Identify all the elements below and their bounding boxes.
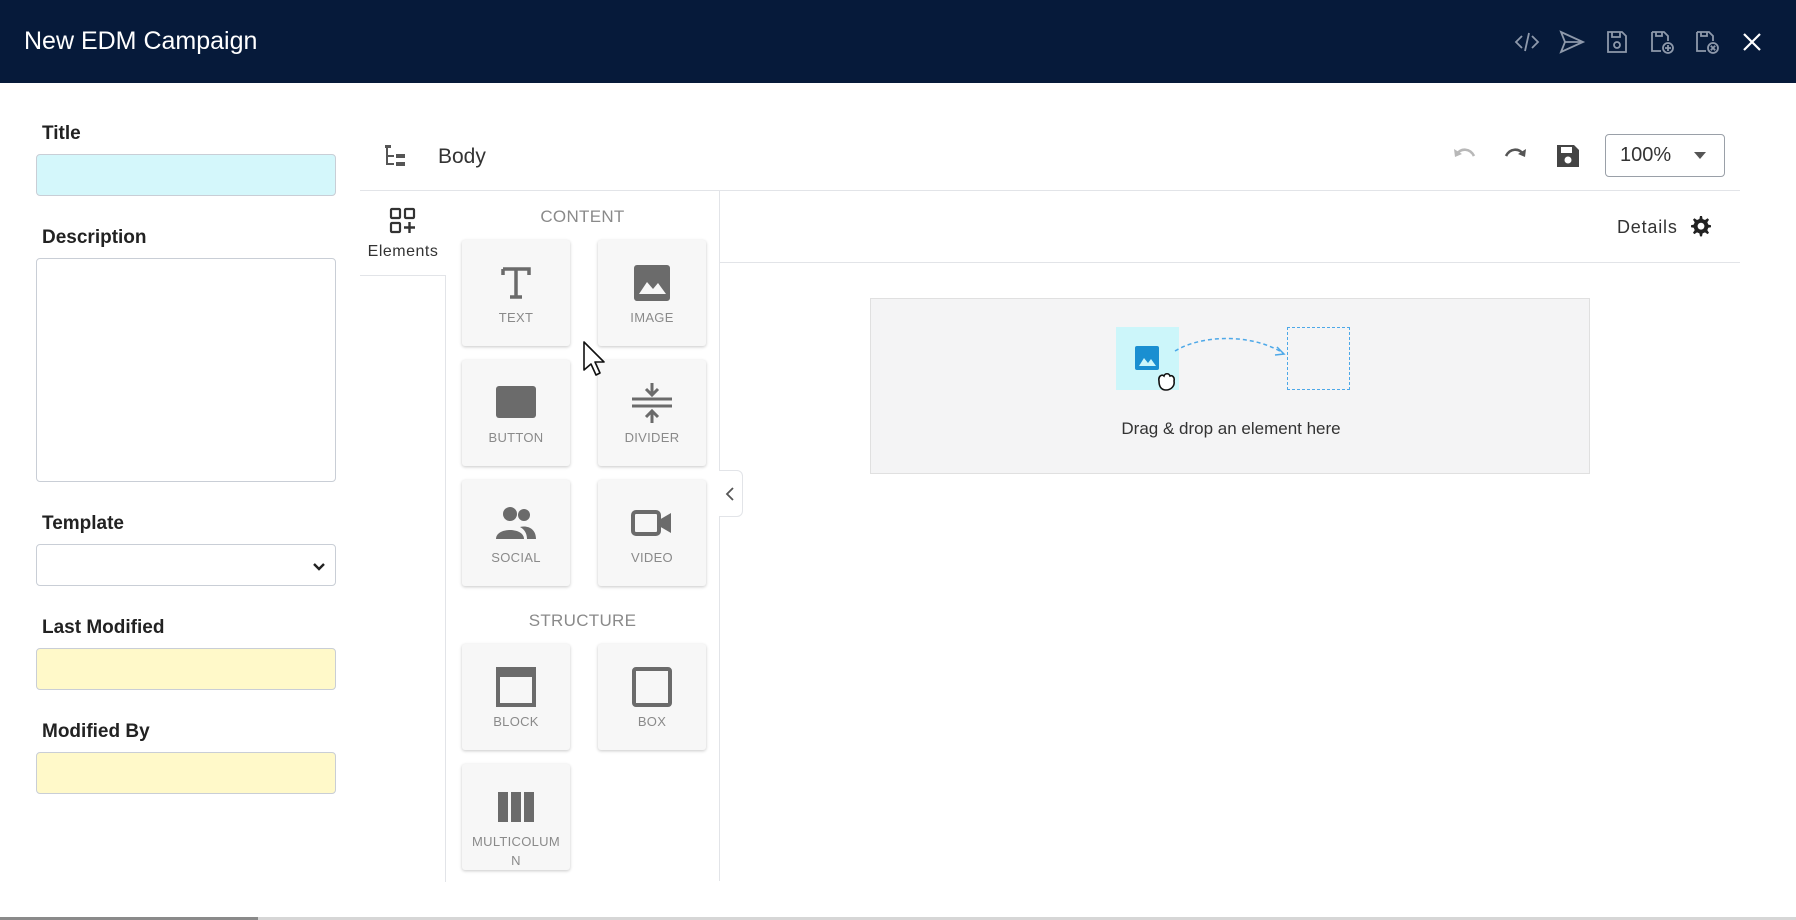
modified-by-label: Modified By	[42, 721, 150, 742]
button-icon	[496, 386, 536, 418]
last-modified-field	[36, 648, 336, 690]
chevron-down-icon	[313, 563, 325, 571]
element-button-label: BUTTON	[488, 430, 544, 445]
page-title: New EDM Campaign	[24, 27, 258, 55]
send-button[interactable]	[1549, 26, 1594, 58]
element-block-label: BLOCK	[493, 714, 539, 729]
element-divider[interactable]: DIVIDER	[598, 360, 706, 466]
element-image-label: IMAGE	[630, 310, 674, 325]
editor-toolbar: Body 100%	[360, 130, 1740, 190]
save-add-icon	[1650, 31, 1674, 54]
element-box-label: BOX	[637, 714, 667, 729]
element-button[interactable]: BUTTON	[462, 360, 570, 466]
title-label: Title	[42, 123, 81, 144]
drag-path-icon	[1174, 337, 1286, 356]
tab-elements-label: Elements	[367, 243, 439, 260]
campaign-form: Title Description Template Last Modified…	[36, 120, 336, 822]
modified-by-field	[36, 752, 336, 794]
zoom-select[interactable]: 100%	[1605, 134, 1725, 177]
drop-zone[interactable]: Drag & drop an element here	[870, 298, 1590, 474]
tab-divider	[360, 275, 446, 276]
grab-hand-icon	[1158, 372, 1175, 391]
elements-add-icon	[389, 207, 416, 234]
divider-icon	[632, 383, 672, 423]
save-icon	[1606, 31, 1627, 53]
header-actions	[1504, 26, 1774, 58]
undo-icon[interactable]	[1448, 140, 1480, 172]
gear-icon[interactable]	[1688, 214, 1712, 238]
drop-zone-text: Drag & drop an element here	[1121, 419, 1341, 438]
element-multicolumn-label: MULTICOLUMN	[472, 834, 560, 868]
template-select[interactable]	[36, 544, 336, 586]
element-text-label: TEXT	[498, 310, 534, 325]
save-button[interactable]	[1594, 26, 1639, 58]
caret-down-icon	[1694, 152, 1706, 159]
video-icon	[631, 510, 671, 536]
box-icon	[632, 667, 672, 707]
close-icon	[1742, 33, 1761, 51]
content-section-title: CONTENT	[540, 207, 625, 226]
app-header: New EDM Campaign	[0, 0, 1796, 83]
send-icon	[1558, 30, 1585, 54]
mouse-cursor-icon	[583, 341, 605, 376]
details-label[interactable]: Details	[1617, 214, 1678, 240]
panel-divider	[719, 191, 720, 881]
view-code-button[interactable]	[1504, 26, 1549, 58]
canvas-header-divider	[720, 262, 1740, 263]
element-video[interactable]: VIDEO	[598, 480, 706, 586]
save-close-icon	[1695, 31, 1719, 54]
chevron-left-icon	[725, 487, 734, 501]
template-label: Template	[42, 513, 125, 534]
element-image[interactable]: IMAGE	[598, 240, 706, 346]
save-and-close-button[interactable]	[1684, 26, 1729, 58]
zoom-value: 100%	[1620, 144, 1672, 166]
element-multicolumn[interactable]: MULTICOLUMN	[462, 764, 570, 870]
element-social[interactable]: SOCIAL	[462, 480, 570, 586]
element-social-label: SOCIAL	[491, 550, 541, 565]
save-as-new-button[interactable]	[1639, 26, 1684, 58]
element-block[interactable]: BLOCK	[462, 644, 570, 750]
close-button[interactable]	[1729, 26, 1774, 58]
description-label: Description	[42, 227, 147, 248]
block-icon	[496, 667, 536, 707]
save-design-icon[interactable]	[1552, 140, 1584, 172]
tab-elements[interactable]: Elements	[360, 200, 446, 276]
element-text[interactable]: TEXT	[462, 240, 570, 346]
element-box[interactable]: BOX	[598, 644, 706, 750]
title-input[interactable]	[36, 154, 336, 196]
description-textarea[interactable]	[36, 258, 336, 482]
elements-panel: CONTENT TEXT IMAGE BUTTON DIVIDER SOCIAL…	[446, 191, 719, 881]
image-icon	[634, 265, 670, 301]
breadcrumb-body[interactable]: Body	[438, 142, 486, 172]
code-icon	[1514, 32, 1539, 52]
multicolumn-icon	[498, 792, 534, 822]
structure-section-title: STRUCTURE	[528, 611, 637, 630]
drop-target-box	[1287, 327, 1350, 390]
collapse-panel-button[interactable]	[719, 470, 743, 517]
text-icon	[501, 267, 531, 299]
social-icon	[496, 507, 536, 539]
element-video-label: VIDEO	[631, 550, 673, 565]
element-divider-label: DIVIDER	[624, 430, 680, 445]
layer-tree-icon[interactable]	[382, 142, 410, 170]
last-modified-label: Last Modified	[42, 617, 165, 638]
redo-icon[interactable]	[1500, 140, 1532, 172]
